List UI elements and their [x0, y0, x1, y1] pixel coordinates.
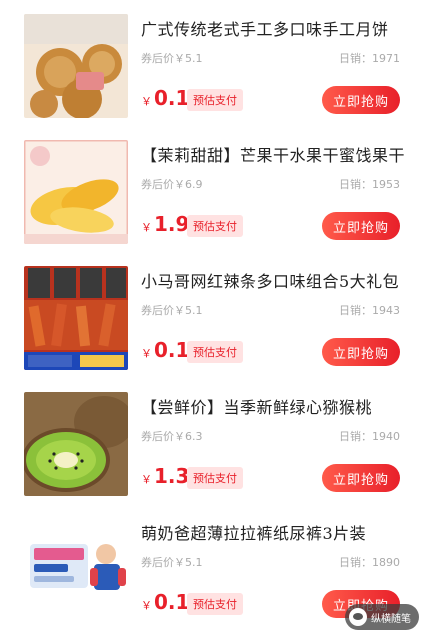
price-value: 0.1	[154, 86, 190, 110]
dried-mango-icon	[24, 140, 128, 244]
product-title[interactable]: 【茉莉甜甜】芒果干水果干蜜饯果干	[141, 142, 411, 166]
price-value: 0.1	[154, 590, 190, 614]
daily-sales: 日销：1890	[339, 556, 400, 569]
daily-sales: 日销：1940	[339, 430, 400, 443]
price-value: 0.1	[154, 338, 190, 362]
product-item[interactable]: 【尝鲜价】当季新鲜绿心猕猴桃 券后价￥6.3 日销：1940 ￥ 1.3 预估支付…	[0, 392, 425, 510]
wechat-icon	[349, 608, 367, 626]
after-coupon-price: 券后价￥5.1	[141, 52, 203, 65]
after-coupon-price: 券后价￥5.1	[141, 304, 203, 317]
mooncake-icon	[24, 14, 128, 118]
price-value: 1.3	[154, 464, 190, 488]
product-title[interactable]: 萌奶爸超薄拉拉裤纸尿裤3片装	[141, 520, 411, 544]
product-item[interactable]: 小马哥网红辣条多口味组合5大礼包 券后价￥5.1 日销：1943 ￥ 0.1 预估…	[0, 266, 425, 384]
watermark-text: 纵横随笔	[371, 613, 411, 625]
watermark: 纵横随笔	[345, 604, 419, 630]
price-value: 1.9	[154, 212, 190, 236]
after-coupon-price: 券后价￥6.3	[141, 430, 203, 443]
currency-symbol: ￥	[141, 95, 152, 108]
product-item[interactable]: 【茉莉甜甜】芒果干水果干蜜饯果干 券后价￥6.9 日销：1953 ￥ 1.9 预估…	[0, 140, 425, 258]
price: ￥ 1.9	[141, 212, 189, 236]
kiwi-icon	[24, 392, 128, 496]
product-title[interactable]: 【尝鲜价】当季新鲜绿心猕猴桃	[141, 394, 411, 418]
kiwi-image[interactable]	[24, 392, 128, 496]
buy-now-button[interactable]: 立即抢购	[322, 212, 400, 240]
daily-sales: 日销：1971	[339, 52, 400, 65]
dried-mango-image[interactable]	[24, 140, 128, 244]
buy-now-button[interactable]: 立即抢购	[322, 464, 400, 492]
spicy-strips-icon	[24, 266, 128, 370]
estimated-payment-tag: 预估支付	[187, 593, 243, 615]
after-coupon-price: 券后价￥5.1	[141, 556, 203, 569]
daily-sales: 日销：1953	[339, 178, 400, 191]
buy-now-button[interactable]: 立即抢购	[322, 338, 400, 366]
diaper-icon	[24, 518, 128, 622]
price: ￥ 1.3	[141, 464, 189, 488]
product-title[interactable]: 广式传统老式手工多口味手工月饼	[141, 16, 411, 40]
currency-symbol: ￥	[141, 347, 152, 360]
product-item[interactable]: 广式传统老式手工多口味手工月饼 券后价￥5.1 日销：1971 ￥ 0.1 预估支…	[0, 14, 425, 132]
currency-symbol: ￥	[141, 599, 152, 612]
estimated-payment-tag: 预估支付	[187, 215, 243, 237]
estimated-payment-tag: 预估支付	[187, 467, 243, 489]
daily-sales: 日销：1943	[339, 304, 400, 317]
currency-symbol: ￥	[141, 221, 152, 234]
currency-symbol: ￥	[141, 473, 152, 486]
estimated-payment-tag: 预估支付	[187, 89, 243, 111]
price: ￥ 0.1	[141, 86, 189, 110]
estimated-payment-tag: 预估支付	[187, 341, 243, 363]
product-title[interactable]: 小马哥网红辣条多口味组合5大礼包	[141, 268, 411, 292]
diaper-image[interactable]	[24, 518, 128, 622]
buy-now-button[interactable]: 立即抢购	[322, 86, 400, 114]
price: ￥ 0.1	[141, 590, 189, 614]
mooncake-image[interactable]	[24, 14, 128, 118]
after-coupon-price: 券后价￥6.9	[141, 178, 203, 191]
price: ￥ 0.1	[141, 338, 189, 362]
spicy-strips-image[interactable]	[24, 266, 128, 370]
